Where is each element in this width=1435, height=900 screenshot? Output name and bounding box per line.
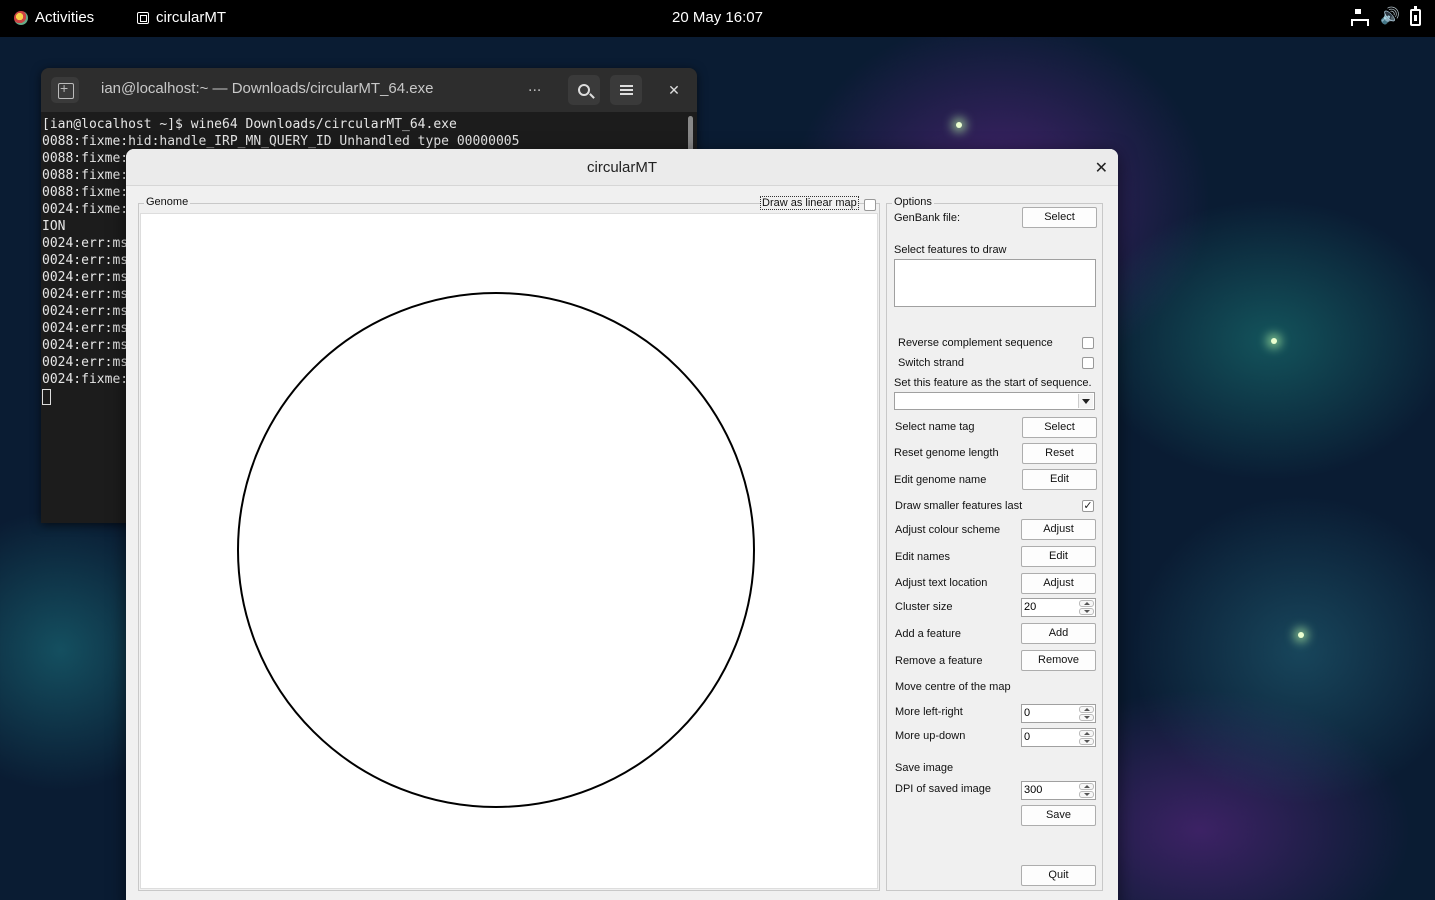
circularmt-window: circularMT ✕ Genome Draw as linear map O… xyxy=(126,149,1118,900)
activities-label: Activities xyxy=(35,9,95,26)
cluster-size-label: Cluster size xyxy=(895,601,953,613)
colour-scheme-button[interactable]: Adjust xyxy=(1021,519,1096,540)
spin-up-icon[interactable] xyxy=(1079,783,1094,790)
smaller-last-label: Draw smaller features last xyxy=(895,500,1023,512)
features-listbox[interactable] xyxy=(894,259,1096,307)
edit-genome-name-label: Edit genome name xyxy=(894,474,987,486)
reverse-complement-label: Reverse complement sequence xyxy=(898,337,1053,349)
text-location-label: Adjust text location xyxy=(895,577,988,589)
top-bar: Activities circularMT 20 May 16:07 🔊 xyxy=(0,0,1435,37)
genome-circle xyxy=(237,292,755,808)
terminal-line: [ian@localhost ~]$ wine64 Downloads/circ… xyxy=(42,117,457,132)
spin-down-icon[interactable] xyxy=(1079,738,1094,745)
start-feature-dropdown[interactable] xyxy=(894,392,1095,410)
edit-names-button[interactable]: Edit xyxy=(1021,546,1096,567)
draw-linear-checkbox[interactable] xyxy=(864,199,876,211)
options-group-label: Options xyxy=(892,196,934,208)
smaller-last-checkbox[interactable]: ✓ xyxy=(1082,500,1094,512)
colour-scheme-label: Adjust colour scheme xyxy=(895,524,1001,536)
edit-names-label: Edit names xyxy=(895,551,951,563)
features-label: Select features to draw xyxy=(894,244,1007,256)
reset-length-button[interactable]: Reset xyxy=(1022,443,1097,464)
text-location-button[interactable]: Adjust xyxy=(1021,573,1096,594)
clock[interactable]: 20 May 16:07 xyxy=(672,9,763,26)
left-right-value: 0 xyxy=(1024,707,1031,719)
edit-genome-name-button[interactable]: Edit xyxy=(1022,469,1097,490)
draw-linear-label[interactable]: Draw as linear map xyxy=(760,196,859,210)
search-button[interactable] xyxy=(568,75,600,105)
cluster-size-value: 20 xyxy=(1024,601,1037,613)
window-title: circularMT xyxy=(587,159,657,176)
genome-canvas[interactable] xyxy=(140,213,878,889)
genome-group-label: Genome xyxy=(144,196,191,208)
search-icon xyxy=(578,84,590,96)
app-menu-label: circularMT xyxy=(156,9,226,26)
remove-feature-label: Remove a feature xyxy=(895,655,983,667)
up-down-label: More up-down xyxy=(895,730,966,742)
switch-strand-checkbox[interactable] xyxy=(1082,357,1094,369)
dpi-spinbox[interactable]: 300 xyxy=(1021,781,1096,800)
reset-length-label: Reset genome length xyxy=(894,447,999,459)
name-tag-select-button[interactable]: Select xyxy=(1022,417,1097,438)
system-tray[interactable]: 🔊 xyxy=(1350,5,1421,26)
quit-button[interactable]: Quit xyxy=(1021,865,1096,886)
desktop-star xyxy=(956,122,962,128)
chevron-down-icon[interactable] xyxy=(1078,394,1093,408)
network-icon[interactable] xyxy=(1350,8,1369,26)
desktop-star xyxy=(1298,632,1304,638)
left-right-spinbox[interactable]: 0 xyxy=(1021,704,1096,723)
switch-strand-label: Switch strand xyxy=(898,357,965,369)
volume-icon[interactable]: 🔊 xyxy=(1380,8,1400,26)
desktop-star xyxy=(1271,338,1277,344)
hamburger-icon xyxy=(619,85,633,95)
window-icon xyxy=(137,11,149,24)
reverse-complement-checkbox[interactable] xyxy=(1082,337,1094,349)
up-down-spinbox[interactable]: 0 xyxy=(1021,728,1096,747)
terminal-cursor xyxy=(42,388,51,405)
up-down-value: 0 xyxy=(1024,731,1031,743)
spin-up-icon[interactable] xyxy=(1079,730,1094,737)
window-titlebar[interactable]: circularMT ✕ xyxy=(126,149,1118,186)
new-tab-icon[interactable] xyxy=(51,77,79,103)
terminal-line: 0088:fixme:hid:handle_IRP_MN_QUERY_ID Un… xyxy=(42,134,520,149)
genome-map xyxy=(237,292,755,808)
add-feature-label: Add a feature xyxy=(895,628,962,640)
battery-icon[interactable] xyxy=(1410,5,1421,26)
left-right-label: More left-right xyxy=(895,706,963,718)
start-feature-label: Set this feature as the start of sequenc… xyxy=(894,377,1092,389)
fedora-logo-icon xyxy=(14,10,28,25)
spin-up-icon[interactable] xyxy=(1079,600,1094,607)
genbank-select-button[interactable]: Select xyxy=(1022,207,1097,228)
spin-down-icon[interactable] xyxy=(1079,714,1094,721)
save-image-label: Save image xyxy=(895,762,954,774)
terminal-title: ian@localhost:~ — Downloads/circularMT_6… xyxy=(101,80,434,97)
terminal-close-button[interactable]: ✕ xyxy=(658,75,690,105)
activities-button[interactable]: Activities xyxy=(14,9,94,26)
spin-down-icon[interactable] xyxy=(1079,608,1094,615)
add-feature-button[interactable]: Add xyxy=(1021,623,1096,644)
remove-feature-button[interactable]: Remove xyxy=(1021,650,1096,671)
more-options-button[interactable]: ... xyxy=(528,78,541,96)
window-close-button[interactable]: ✕ xyxy=(1095,158,1108,178)
save-button[interactable]: Save xyxy=(1021,805,1096,826)
name-tag-label: Select name tag xyxy=(895,421,975,433)
app-menu[interactable]: circularMT xyxy=(137,9,226,26)
genbank-label: GenBank file: xyxy=(894,212,961,224)
terminal-header: ian@localhost:~ — Downloads/circularMT_6… xyxy=(41,68,697,112)
menu-button[interactable] xyxy=(610,75,642,105)
spin-down-icon[interactable] xyxy=(1079,791,1094,798)
dpi-value: 300 xyxy=(1024,784,1043,796)
dpi-label: DPI of saved image xyxy=(895,783,991,795)
spin-up-icon[interactable] xyxy=(1079,706,1094,713)
move-centre-label: Move centre of the map xyxy=(895,681,1011,693)
cluster-size-spinbox[interactable]: 20 xyxy=(1021,598,1096,617)
